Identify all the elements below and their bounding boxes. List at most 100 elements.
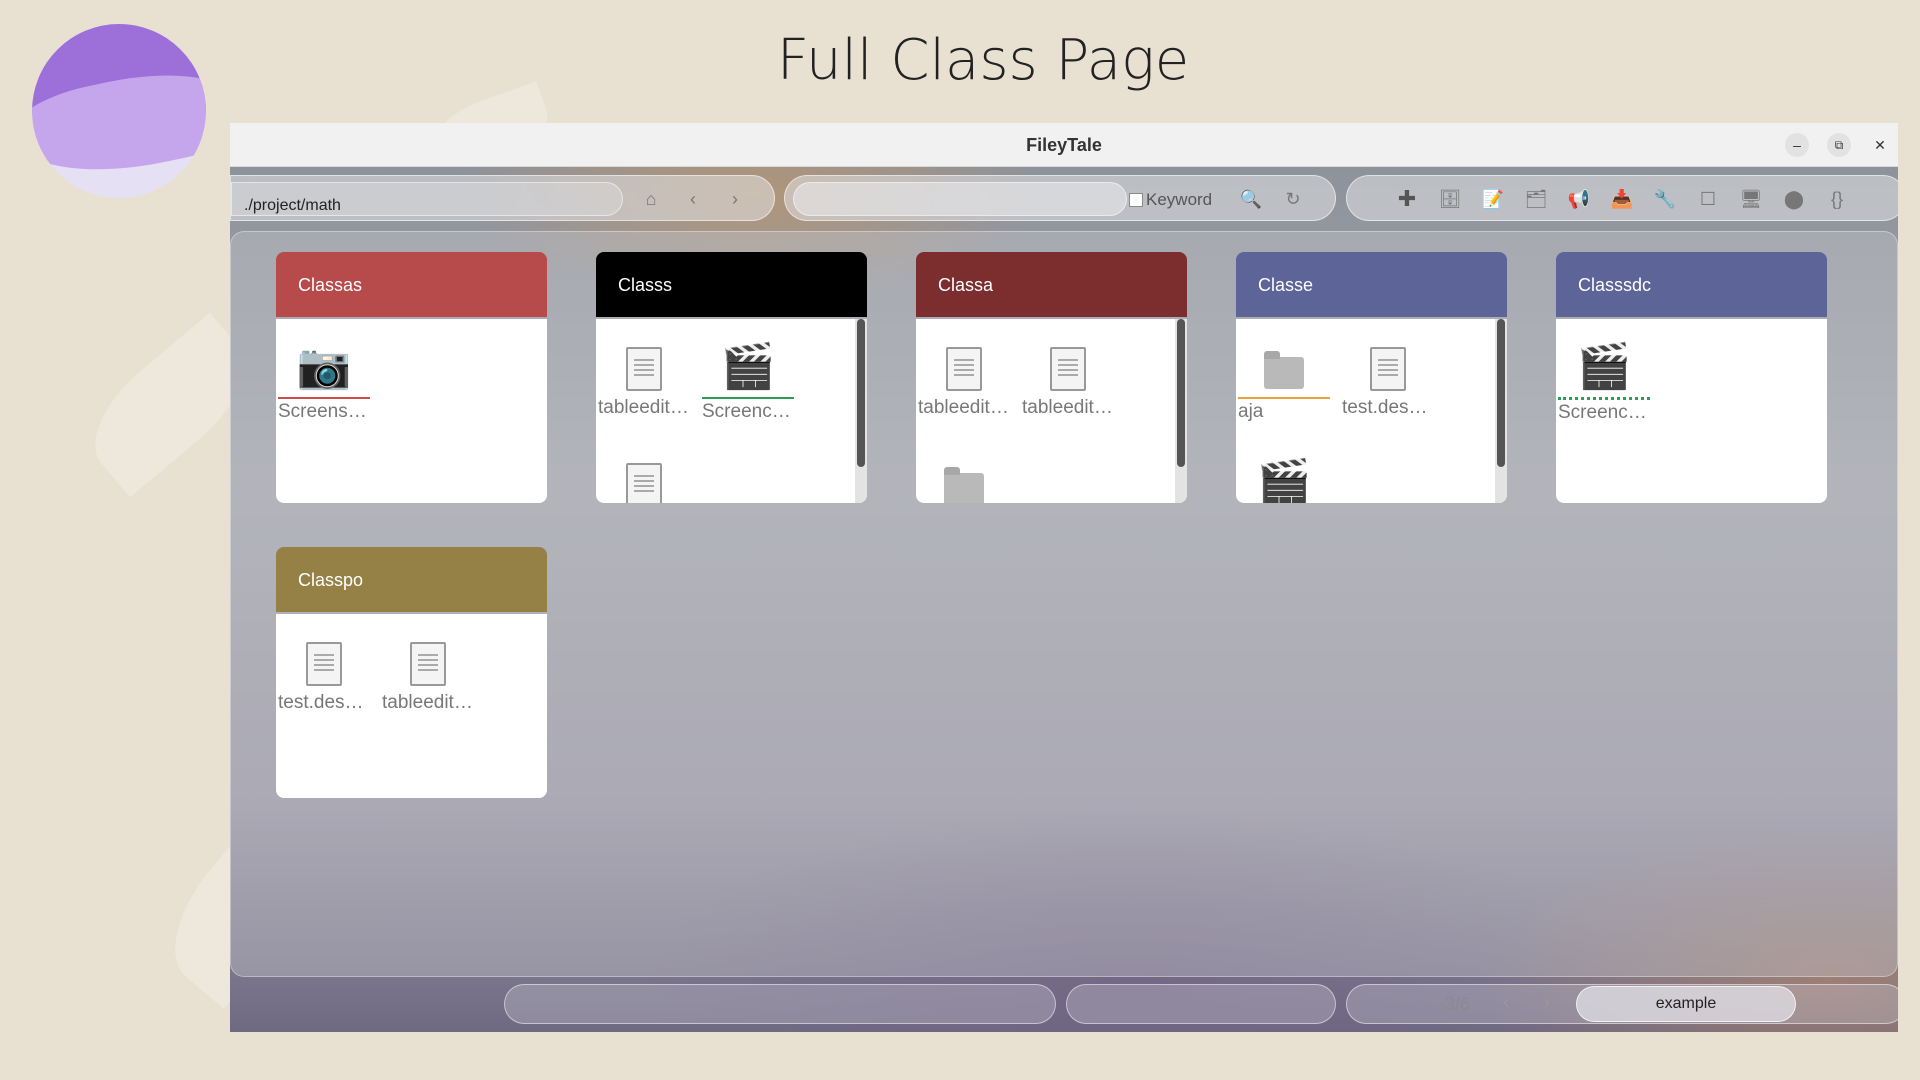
file-name: tableedit… — [918, 397, 1009, 418]
file-name: tableedit… — [598, 397, 689, 418]
page-indicator: 3/6 — [1445, 994, 1471, 1014]
class-card[interactable]: Classpo test.des… tableedit… — [276, 547, 547, 798]
file-name: test.des… — [1342, 397, 1428, 418]
keyword-checkbox-box[interactable] — [1129, 193, 1143, 207]
window-title: FileyTale — [1026, 135, 1102, 155]
folder-icon — [916, 455, 1012, 503]
file-item[interactable]: test.des… — [1340, 339, 1436, 419]
path-text: ./project/math — [244, 197, 341, 214]
file-item[interactable]: 🎬 — [1236, 455, 1332, 503]
file-item[interactable]: 📷 Screens… — [276, 339, 372, 423]
class-card[interactable]: Classsdc 🎬 Screenc… — [1556, 252, 1827, 503]
title-bar: FileyTale – ⧉ ✕ — [230, 123, 1898, 167]
file-item[interactable] — [596, 455, 692, 503]
inbox-tray-icon[interactable]: 📥 — [1608, 185, 1636, 213]
file-item[interactable]: tableedit… — [916, 339, 1012, 419]
restore-icon: ⧉ — [1834, 138, 1844, 152]
file-name: tableedit… — [382, 692, 473, 713]
status-field-middle[interactable] — [1066, 984, 1336, 1024]
class-header[interactable]: Classe — [1236, 252, 1507, 317]
document-icon — [1340, 339, 1436, 395]
next-page-icon[interactable]: › — [1533, 988, 1561, 1016]
search-input[interactable] — [793, 182, 1127, 216]
monitor-icon[interactable]: 🖥 — [1737, 185, 1765, 213]
add-icon[interactable]: ✚ — [1393, 185, 1421, 213]
minimize-button[interactable]: – — [1785, 133, 1809, 157]
file-name: aja — [1238, 401, 1264, 422]
scrollbar[interactable] — [855, 319, 867, 503]
keyword-checkbox[interactable]: Keyword — [1129, 190, 1212, 210]
class-file-list: tableedit… 🎬 Screenc… — [596, 319, 867, 503]
file-item[interactable] — [916, 455, 1012, 503]
class-header[interactable]: Classs — [596, 252, 867, 317]
class-header[interactable]: Classpo — [276, 547, 547, 612]
class-header[interactable]: Classsdc — [1556, 252, 1827, 317]
circle-icon[interactable]: ⬤ — [1780, 185, 1808, 213]
file-item[interactable]: tableedit… — [1020, 339, 1116, 419]
back-icon[interactable]: ‹ — [679, 185, 707, 213]
action-toolbar: ✚ 🗄 📝 🗂 📢 📥 🔧 ☐ 🖥 ⬤ {} — [1346, 175, 1898, 221]
scrollbar[interactable] — [1495, 319, 1507, 503]
clapperboard-icon: 🎬 — [720, 342, 776, 391]
document-icon — [276, 634, 372, 690]
class-file-list: 📷 Screens… — [276, 319, 547, 503]
class-file-list: test.des… tableedit… — [276, 614, 547, 798]
file-name: Screenc… — [1558, 402, 1647, 423]
example-button[interactable]: example — [1576, 986, 1796, 1022]
close-icon: ✕ — [1874, 137, 1886, 153]
refresh-icon[interactable]: ↻ — [1279, 185, 1307, 213]
slide-title: Full Class Page — [776, 28, 1190, 93]
search-icon[interactable]: 🔍 — [1237, 185, 1265, 213]
file-name: Screenc… — [702, 401, 791, 422]
document-icon — [596, 339, 692, 395]
class-card[interactable]: Classas 📷 Screens… — [276, 252, 547, 503]
app-window: FileyTale – ⧉ ✕ ./project/math ⌂ ‹ › Key… — [230, 123, 1898, 1032]
class-header[interactable]: Classas — [276, 252, 547, 317]
minimize-icon: – — [1793, 137, 1801, 153]
path-input[interactable]: ./project/math — [231, 182, 623, 216]
file-item[interactable]: tableedit… — [596, 339, 692, 419]
file-name: test.des… — [278, 692, 364, 713]
file-name: tableedit… — [1022, 397, 1113, 418]
file-name: Screens… — [278, 401, 367, 422]
file-item[interactable]: 🎬 Screenc… — [1556, 339, 1652, 424]
document-icon — [916, 339, 1012, 395]
file-item[interactable]: test.des… — [276, 634, 372, 714]
wrench-icon[interactable]: 🔧 — [1651, 185, 1679, 213]
cabinet-icon[interactable]: 🗄 — [1436, 185, 1464, 213]
class-card[interactable]: Classe aja test.des… 🎬 — [1236, 252, 1507, 503]
scrollbar[interactable] — [1175, 319, 1187, 503]
document-icon — [1020, 339, 1116, 395]
memo-icon[interactable]: 📝 — [1479, 185, 1507, 213]
folder-open-icon[interactable]: 🗂 — [1522, 185, 1550, 213]
file-item[interactable]: 🎬 Screenc… — [700, 339, 796, 423]
class-file-list: aja test.des… 🎬 — [1236, 319, 1507, 503]
folder-icon — [1236, 339, 1332, 395]
document-icon — [596, 455, 692, 503]
class-card[interactable]: Classs tableedit… 🎬 Screenc… — [596, 252, 867, 503]
class-header[interactable]: Classa — [916, 252, 1187, 317]
scrollbar-thumb[interactable] — [857, 319, 865, 467]
prev-page-icon[interactable]: ‹ — [1492, 988, 1520, 1016]
camera-icon: 📷 — [296, 342, 352, 391]
square-icon[interactable]: ☐ — [1694, 185, 1722, 213]
document-icon — [380, 634, 476, 690]
forward-icon[interactable]: › — [721, 185, 749, 213]
home-icon[interactable]: ⌂ — [637, 185, 665, 213]
search-bar: Keyword 🔍 ↻ — [784, 175, 1336, 221]
clapperboard-icon: 🎬 — [1576, 342, 1632, 391]
megaphone-icon[interactable]: 📢 — [1565, 185, 1593, 213]
keyword-label: Keyword — [1146, 190, 1213, 209]
class-card[interactable]: Classa tableedit… tableedit… — [916, 252, 1187, 503]
restore-button[interactable]: ⧉ — [1827, 133, 1851, 157]
braces-icon[interactable]: {} — [1823, 185, 1851, 213]
class-file-list: 🎬 Screenc… — [1556, 319, 1827, 503]
scrollbar-thumb[interactable] — [1177, 319, 1185, 467]
close-button[interactable]: ✕ — [1868, 133, 1892, 157]
class-board: Classas 📷 Screens… Classs tableedit… 🎬 S… — [230, 231, 1898, 977]
class-file-list: tableedit… tableedit… — [916, 319, 1187, 503]
file-item[interactable]: tableedit… — [380, 634, 476, 714]
scrollbar-thumb[interactable] — [1497, 319, 1505, 467]
status-field-left[interactable] — [504, 984, 1056, 1024]
file-item[interactable]: aja — [1236, 339, 1332, 423]
